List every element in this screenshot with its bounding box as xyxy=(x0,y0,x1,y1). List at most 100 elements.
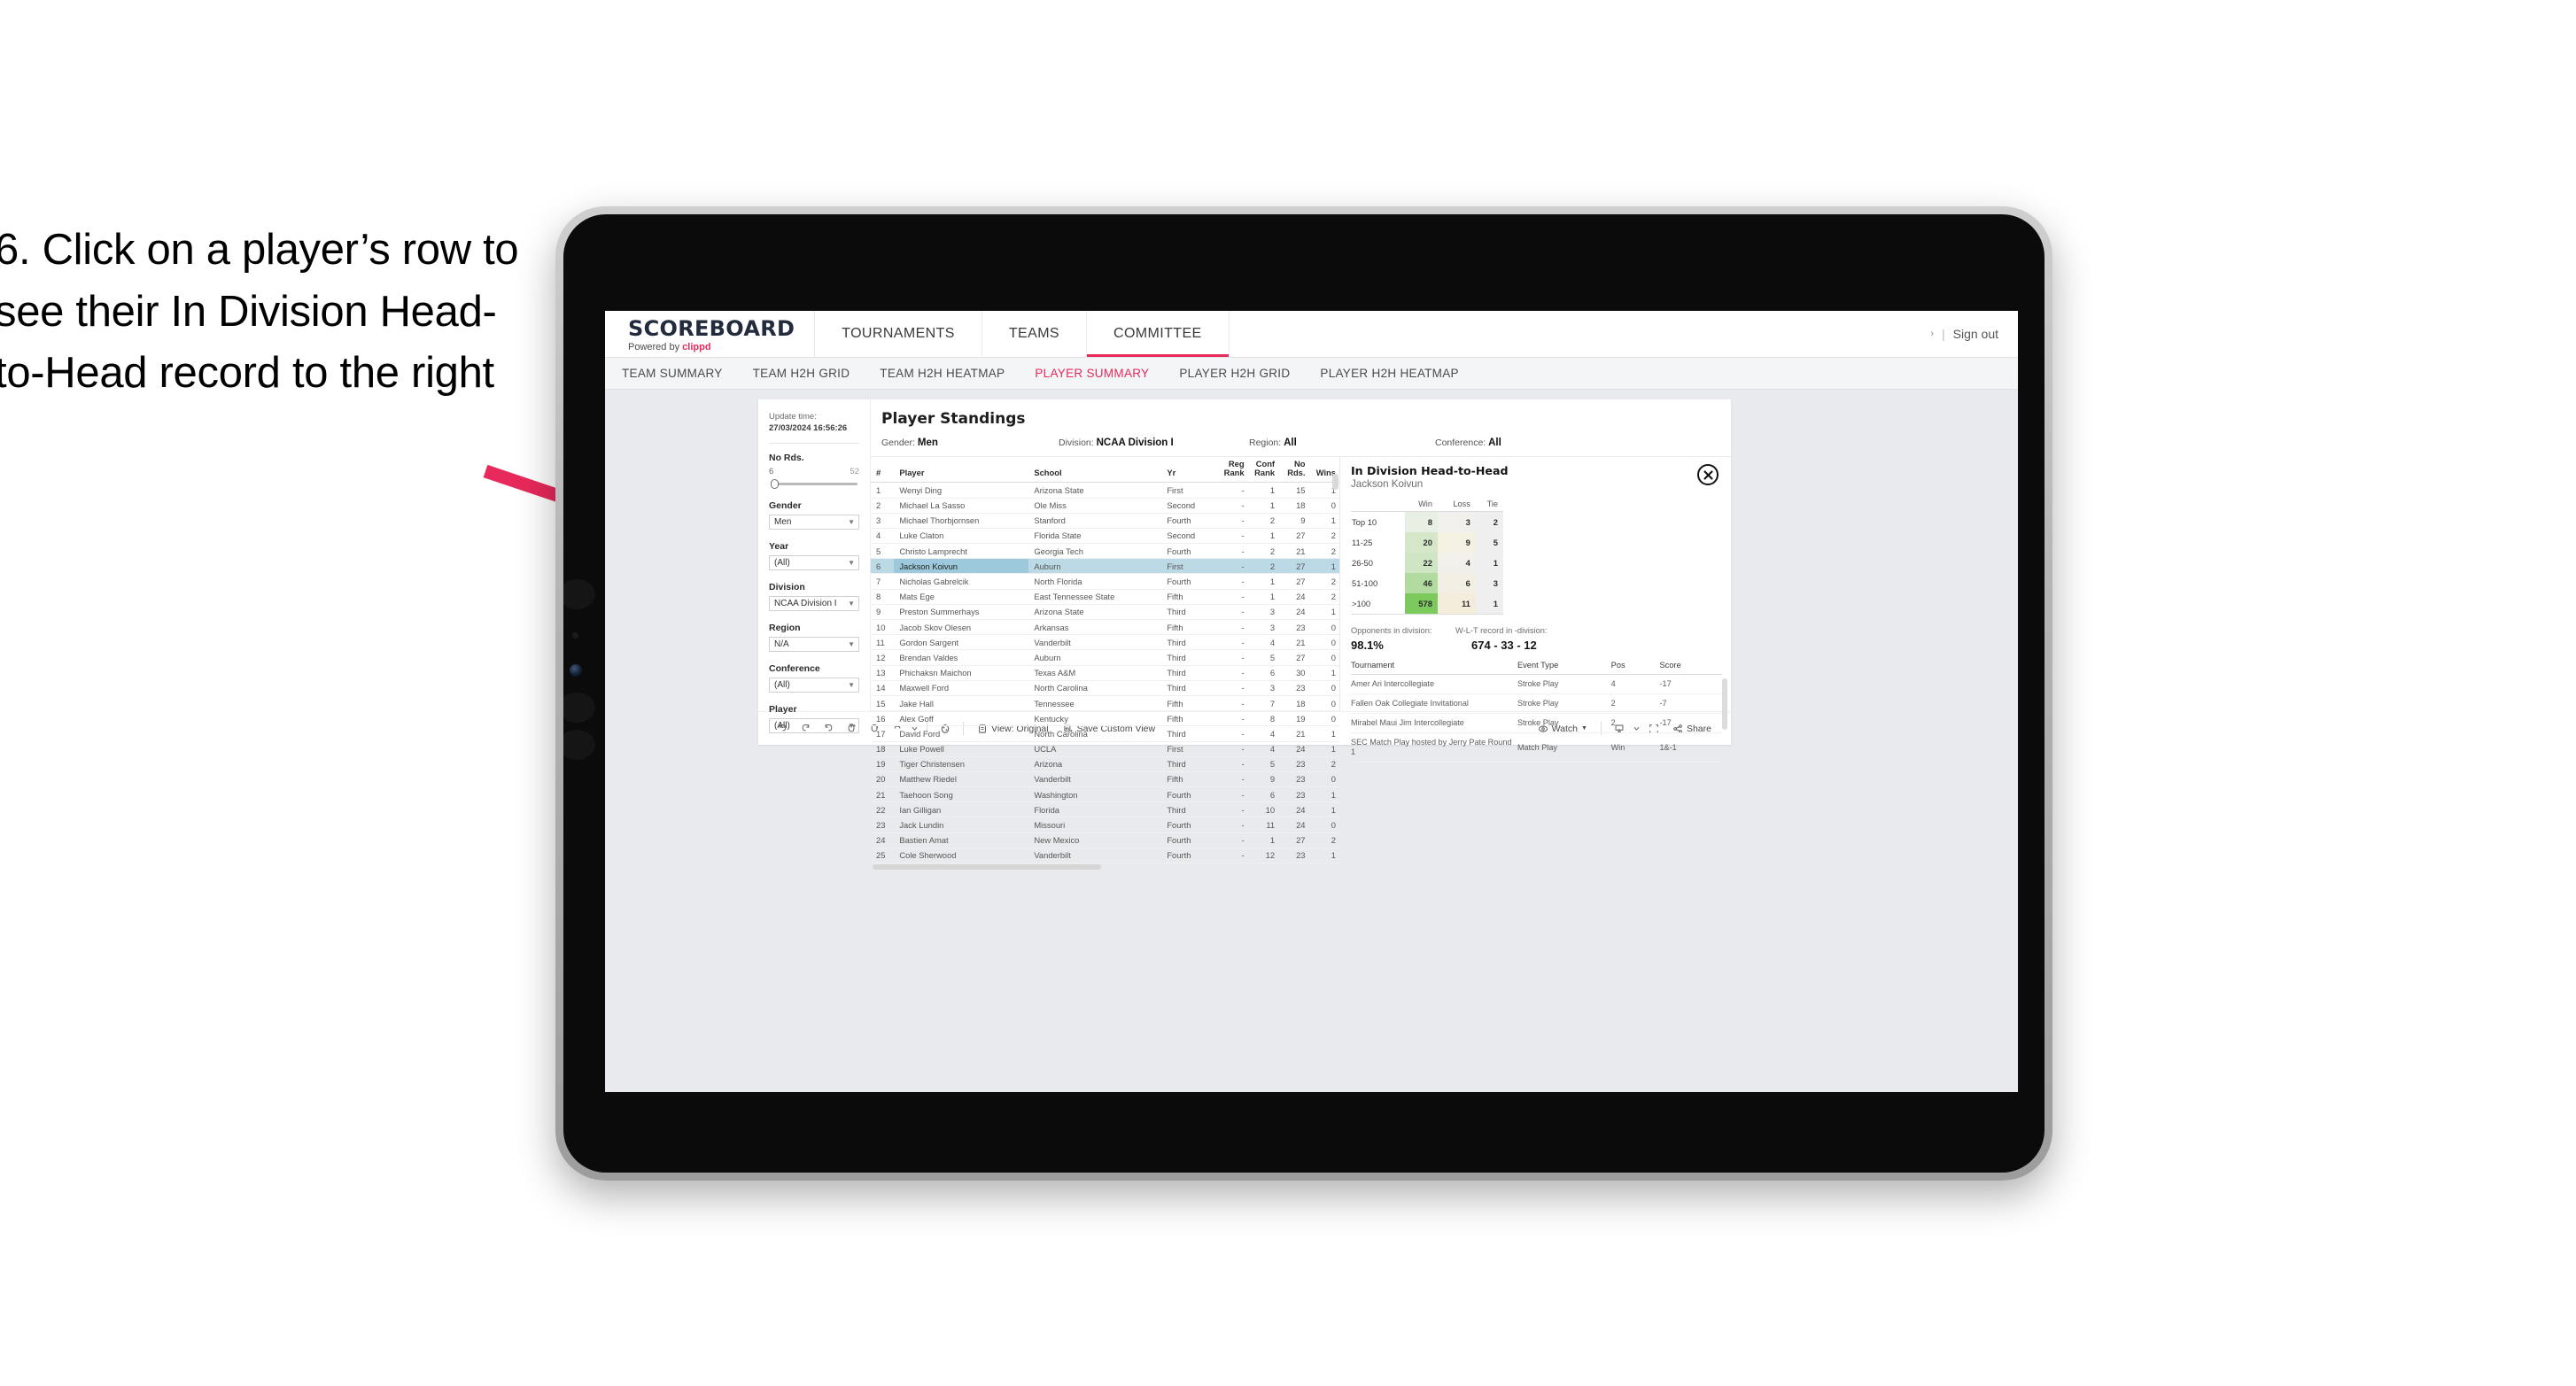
no-rounds-slider[interactable] xyxy=(769,478,859,489)
player-cell: Gordon Sargent xyxy=(894,634,1029,651)
brand-logo[interactable]: SCOREBOARD Powered by clippd xyxy=(605,311,816,357)
standings-thead: # Player School Yr Reg Rank Conf Rank No Rd… xyxy=(871,457,1339,484)
no-rounds-cell: 23 xyxy=(1278,756,1309,772)
slider-handle[interactable] xyxy=(771,478,779,489)
col-event-type[interactable]: Event Type xyxy=(1517,661,1611,675)
table-row[interactable]: 2 Michael La Sasso Ole Miss Second -1 18 0 xyxy=(871,498,1339,514)
no-rounds-cell: 24 xyxy=(1278,589,1309,605)
redo-icon[interactable] xyxy=(794,717,817,740)
gender-select[interactable]: Men ▼ xyxy=(769,514,859,530)
table-row[interactable]: 25 Cole Sherwood Vanderbilt Fourth -12 23 1 xyxy=(871,848,1339,864)
school-cell: Arizona State xyxy=(1028,604,1162,621)
school-cell: UCLA xyxy=(1028,741,1162,757)
table-row[interactable]: 1 Wenyi Ding Arizona State First -1 15 1 xyxy=(871,482,1339,499)
table-row[interactable]: 20 Matthew Riedel Vanderbilt Fifth -9 23 0 xyxy=(871,771,1339,788)
update-time-value: 27/03/2024 16:56:26 xyxy=(769,422,848,433)
conference-select[interactable]: (All) ▼ xyxy=(769,677,859,693)
tab-player-h2h-grid[interactable]: PLAYER H2H GRID xyxy=(1179,367,1290,380)
table-row[interactable]: 21 Taehoon Song Washington Fourth -6 23 1 xyxy=(871,786,1339,803)
table-row[interactable]: 9 Preston Summerhays Arizona State Third -3 2… xyxy=(871,604,1339,621)
division-select[interactable]: NCAA Division I ▼ xyxy=(769,595,859,611)
rank-cell: 7 xyxy=(871,573,895,590)
year-value: (All) xyxy=(774,557,790,568)
year-select[interactable]: (All) ▼ xyxy=(769,554,859,570)
table-row[interactable]: 23 Jack Lundin Missouri Fourth -11 24 0 xyxy=(871,817,1339,833)
table-row[interactable]: 24 Bastien Amat New Mexico Fourth -1 27 2 xyxy=(871,832,1339,848)
table-row[interactable]: 8 Mats Ege East Tennessee State Fifth -1 24 2 xyxy=(871,589,1339,605)
h2h-loss-cell: 6 xyxy=(1437,573,1476,593)
table-row[interactable]: 11 Gordon Sargent Vanderbilt Third -4 21 0 xyxy=(871,634,1339,651)
tournament-row[interactable]: Fallen Oak Collegiate Invitational Stroke… xyxy=(1351,693,1722,715)
tab-team-h2h-grid[interactable]: TEAM H2H GRID xyxy=(753,367,850,380)
table-row[interactable]: 19 Tiger Christensen Arizona Third -5 23 2 xyxy=(871,756,1339,772)
nav-tournaments[interactable]: TOURNAMENTS xyxy=(815,311,982,357)
tab-team-h2h-heatmap[interactable]: TEAM H2H HEATMAP xyxy=(880,367,1005,380)
tournament-name-cell: SEC Match Play hosted by Jerry Pate Roun… xyxy=(1351,732,1517,763)
table-row[interactable]: 15 Jake Hall Tennessee Fifth -7 18 0 xyxy=(871,695,1339,712)
nav-committee[interactable]: COMMITTEE xyxy=(1087,311,1230,357)
h2h-bucket-label: >100 xyxy=(1351,593,1406,615)
table-row[interactable]: 6 Jackson Koivun Auburn First -2 27 1 xyxy=(871,558,1339,575)
reg-rank-cell: - xyxy=(1217,604,1248,621)
player-cell: Michael Thorbjornsen xyxy=(894,513,1029,529)
table-row[interactable]: 4 Luke Claton Florida State Second -1 27 2 xyxy=(871,528,1339,545)
col-no-rds[interactable]: No Rds. xyxy=(1278,457,1309,484)
h2h-tie-cell: 2 xyxy=(1475,511,1503,532)
no-rounds-cell: 27 xyxy=(1278,528,1309,545)
undo-icon[interactable] xyxy=(771,717,794,740)
conf-rank-cell: 1 xyxy=(1247,573,1279,590)
year-cell: First xyxy=(1161,558,1218,575)
school-cell: East Tennessee State xyxy=(1028,589,1162,605)
close-icon[interactable] xyxy=(1697,464,1719,485)
tab-player-summary[interactable]: PLAYER SUMMARY xyxy=(1035,367,1149,380)
school-cell: Vanderbilt xyxy=(1028,634,1162,651)
table-row[interactable]: 18 Luke Powell UCLA First -4 24 1 xyxy=(871,741,1339,757)
table-row[interactable]: 14 Maxwell Ford North Carolina Third -3 23 0 xyxy=(871,680,1339,696)
table-row[interactable]: 10 Jacob Skov Olesen Arkansas Fifth -3 23 0 xyxy=(871,619,1339,636)
event-type-cell: Match Play xyxy=(1517,732,1611,763)
chevron-down-icon: ▼ xyxy=(848,639,855,648)
standings-vertical-scrollbar[interactable] xyxy=(1332,474,1338,490)
conf-rank-cell: 11 xyxy=(1247,817,1279,833)
table-row[interactable]: 12 Brendan Valdes Auburn Third -5 27 0 xyxy=(871,649,1339,666)
col-school[interactable]: School xyxy=(1028,457,1162,484)
table-row[interactable]: 3 Michael Thorbjornsen Stanford Fourth -2 9 1 xyxy=(871,513,1339,529)
reg-rank-cell: - xyxy=(1217,817,1248,833)
reg-rank-cell: - xyxy=(1217,589,1248,605)
tab-player-h2h-heatmap[interactable]: PLAYER H2H HEATMAP xyxy=(1320,367,1458,380)
region-label: Region xyxy=(769,622,801,633)
tournament-row[interactable]: SEC Match Play hosted by Jerry Pate Roun… xyxy=(1351,732,1722,763)
nav-teams[interactable]: TEAMS xyxy=(982,311,1087,357)
region-select[interactable]: N/A ▼ xyxy=(769,636,859,652)
event-type-cell: Stroke Play xyxy=(1517,713,1611,734)
scrollbar-thumb[interactable] xyxy=(873,864,1101,870)
tournament-scrollbar[interactable] xyxy=(1722,678,1727,730)
tab-team-summary[interactable]: TEAM SUMMARY xyxy=(622,367,723,380)
standings-context: Gender: Men Division: NCAA Division I Re… xyxy=(881,437,1731,448)
col-score[interactable]: Score xyxy=(1659,661,1722,675)
col-player[interactable]: Player xyxy=(894,457,1029,484)
col-conf-rank[interactable]: Conf Rank xyxy=(1247,457,1279,484)
refresh-icon[interactable] xyxy=(840,717,863,740)
table-row[interactable]: 13 Phichaksn Maichon Texas A&M Third -6 30 1 xyxy=(871,665,1339,681)
table-row[interactable]: 16 Alex Goff Kentucky Fifth -8 19 0 xyxy=(871,710,1339,727)
sign-out-link[interactable]: Sign out xyxy=(1953,327,1998,341)
revert-icon[interactable] xyxy=(817,717,840,740)
rank-cell: 12 xyxy=(871,649,895,666)
table-row[interactable]: 7 Nicholas Gabrelcik North Florida Fourth -1… xyxy=(871,573,1339,590)
col-reg-rank[interactable]: Reg Rank xyxy=(1217,457,1248,484)
table-row[interactable]: 5 Christo Lamprecht Georgia Tech Fourth -2 21… xyxy=(871,543,1339,560)
context-conference-value: All xyxy=(1488,437,1501,448)
opponents-in-division: Opponents in division: 98.1% xyxy=(1351,626,1455,652)
user-chevron-icon[interactable]: › xyxy=(1930,329,1934,339)
table-row[interactable]: 17 David Ford North Carolina Third -4 21 1 xyxy=(871,725,1339,742)
player-cell: Wenyi Ding xyxy=(894,482,1029,499)
col-yr[interactable]: Yr xyxy=(1161,457,1218,484)
context-gender-label: Gender: xyxy=(881,437,915,448)
col-rank[interactable]: # xyxy=(871,457,895,484)
tournament-row[interactable]: Mirabel Maui Jim Intercollegiate Stroke P… xyxy=(1351,713,1722,734)
table-row[interactable]: 22 Ian Gilligan Florida Third -10 24 1 xyxy=(871,801,1339,818)
col-pos[interactable]: Pos xyxy=(1610,661,1660,675)
tournament-row[interactable]: Amer Ari Intercollegiate Stroke Play 4 -17 xyxy=(1351,674,1722,695)
col-tournament[interactable]: Tournament xyxy=(1351,661,1517,675)
